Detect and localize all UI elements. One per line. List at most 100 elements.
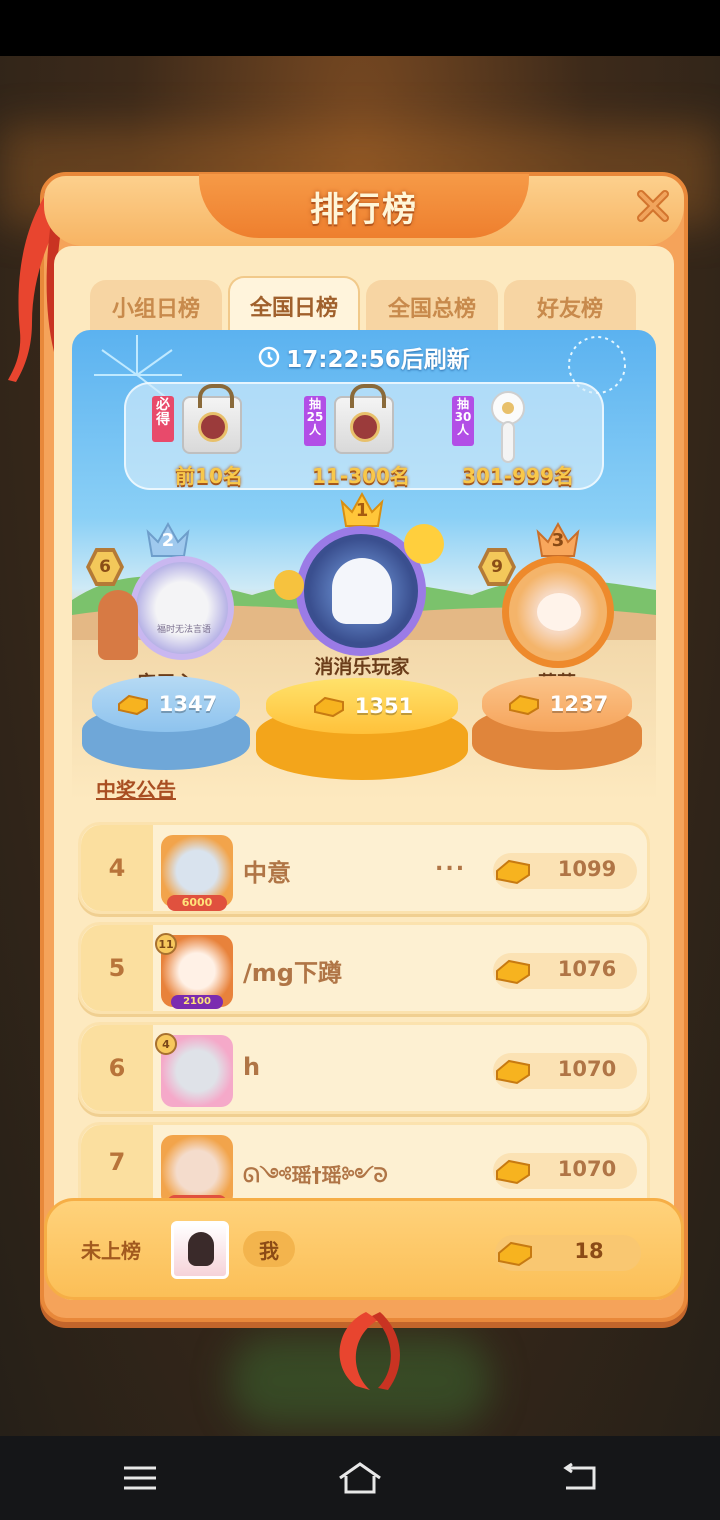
tab-friends[interactable]: 好友榜 — [504, 280, 636, 334]
rank-number: 7 — [108, 1148, 126, 1176]
rank-cell: 5 — [81, 925, 153, 1011]
prize-item[interactable]: 必得 前10名 — [134, 384, 284, 488]
rank-number: 5 — [108, 954, 126, 982]
tab-group-daily[interactable]: 小组日榜 — [90, 280, 222, 334]
portrait-icon — [188, 1232, 214, 1266]
my-rank-status: 未上榜 — [81, 1239, 141, 1263]
rank-number: 2 — [161, 530, 175, 551]
back-icon — [563, 1462, 596, 1490]
level-badge: 4 — [155, 1033, 177, 1055]
avatar — [171, 1221, 229, 1279]
tab-label: 全国日榜 — [249, 296, 338, 321]
handheld-fan-icon — [491, 391, 525, 463]
ribbon-decoration — [339, 1312, 400, 1390]
score-value: 1070 — [557, 1157, 617, 1181]
avatar-frame-label: 2100 — [171, 995, 223, 1009]
tab-national-total[interactable]: 全国总榜 — [366, 280, 498, 334]
level-number: 9 — [482, 552, 512, 582]
table-row[interactable]: 4 6000 中意 ... 1099 — [78, 822, 650, 914]
podium-top: 1347 — [92, 676, 240, 732]
score-value: 1070 — [557, 1057, 617, 1081]
avatar-frame-label: 6000 — [167, 895, 227, 911]
crown-icon: 3 — [534, 520, 582, 558]
table-row[interactable]: 5 2100 11 /mg下蹲 1076 — [78, 922, 650, 1014]
prize-tag: 抽25人 — [304, 396, 326, 446]
menu-icon — [124, 1466, 156, 1490]
crown-icon: 1 — [338, 490, 386, 528]
me-badge: 我 — [243, 1231, 295, 1267]
podium-second[interactable]: 2 福时无法言语 6 安于心 1347 — [82, 520, 250, 770]
score-pill: 1076 — [493, 953, 637, 989]
level-badge: 11 — [155, 933, 177, 955]
tab-label: 全国总榜 — [387, 297, 476, 322]
table-row[interactable]: 6 4 h 1070 — [78, 1022, 650, 1114]
player-name: 消消乐玩家 — [314, 656, 410, 678]
podium-area: 17:22:56后刷新 必得 前10名 抽25人 11-300名 抽30人 30… — [72, 330, 656, 800]
player-name: /mg下蹲 — [243, 959, 342, 987]
gift-bag-icon — [182, 384, 242, 454]
close-button[interactable] — [631, 184, 675, 228]
character-icon — [98, 590, 138, 660]
prize-tag: 必得 — [152, 396, 174, 442]
prize-tag: 抽30人 — [452, 396, 474, 446]
ghost-icon — [332, 558, 392, 624]
gold-bar-icon — [508, 694, 539, 716]
navigation-bar — [0, 1436, 720, 1520]
status-bar — [0, 0, 720, 56]
sheep-icon — [537, 593, 581, 631]
avatar: 6000 — [161, 835, 233, 911]
score-value: 1076 — [557, 957, 617, 981]
rank-cell: 7 — [81, 1125, 153, 1199]
podium-top: 1351 — [266, 678, 458, 734]
crown-icon: 2 — [144, 520, 192, 558]
gold-bar-icon — [117, 694, 148, 716]
podium-top: 1237 — [482, 676, 632, 732]
score-pill: 1070 — [493, 1053, 637, 1089]
score-value: 1237 — [549, 692, 609, 716]
tab-national-daily[interactable]: 全国日榜 — [228, 276, 360, 334]
page-title: 排行榜 — [310, 189, 418, 230]
rank-number: 3 — [551, 530, 565, 551]
title-plaque: 排行榜 — [199, 174, 529, 238]
gold-bar-icon — [496, 959, 530, 985]
timer-text: 17:22:56后刷新 — [286, 347, 470, 373]
refresh-timer: 17:22:56后刷新 — [72, 340, 656, 374]
back-button[interactable] — [550, 1458, 610, 1498]
player-name: h — [243, 1053, 261, 1081]
my-rank-row[interactable]: 未上榜 我 18 — [44, 1198, 684, 1300]
avatar: 福时无法言语 — [130, 556, 234, 660]
prize-item[interactable]: 抽30人 301-999名 — [434, 388, 602, 488]
home-icon — [339, 1462, 381, 1494]
rank-number: 1 — [355, 500, 369, 521]
rank-cell: 6 — [81, 1025, 153, 1111]
gold-bar-icon — [496, 1159, 530, 1185]
announcement-link[interactable]: 中奖公告 — [96, 774, 176, 803]
podium-third[interactable]: 3 9 落落 1237 — [472, 520, 642, 770]
title-banner: 排行榜 — [44, 174, 684, 246]
gift-bag-icon — [334, 384, 394, 454]
score-value: 18 — [574, 1239, 604, 1263]
gold-bar-icon — [496, 859, 530, 885]
prize-box[interactable]: 必得 前10名 抽25人 11-300名 抽30人 301-999名 — [124, 382, 604, 490]
close-icon — [637, 190, 669, 222]
home-button[interactable] — [330, 1458, 390, 1498]
gold-bar-icon — [313, 696, 344, 718]
score-pill: 1070 — [493, 1153, 637, 1189]
prize-label: 301-999名 — [462, 464, 574, 488]
menu-button[interactable] — [110, 1458, 170, 1498]
score-value: 1347 — [158, 692, 218, 716]
tab-bar: 小组日榜 全国日榜 全国总榜 好友榜 — [90, 276, 636, 334]
more-indicator: ... — [435, 851, 467, 876]
podium-first[interactable]: 1 消消乐玩家 1351 — [256, 490, 468, 780]
prize-item[interactable]: 抽25人 11-300名 — [286, 384, 436, 488]
level-badge: 6 — [86, 548, 124, 586]
level-number: 6 — [90, 552, 120, 582]
prize-label: 前10名 — [175, 464, 243, 488]
tab-label: 好友榜 — [536, 297, 603, 322]
avatar-caption: 福时无法言语 — [156, 625, 211, 635]
flower-icon — [274, 570, 304, 600]
rank-cell: 4 — [81, 825, 153, 911]
table-row[interactable]: 7 7000 ᘏ༺瑶†瑶༻ᘐ 1070 — [78, 1122, 650, 1211]
leaderboard-panel: 排行榜 小组日榜 全国日榜 全国总榜 好友榜 17:22:56后刷新 必得 前1… — [8, 172, 688, 1390]
avatar: 7000 — [161, 1135, 233, 1211]
